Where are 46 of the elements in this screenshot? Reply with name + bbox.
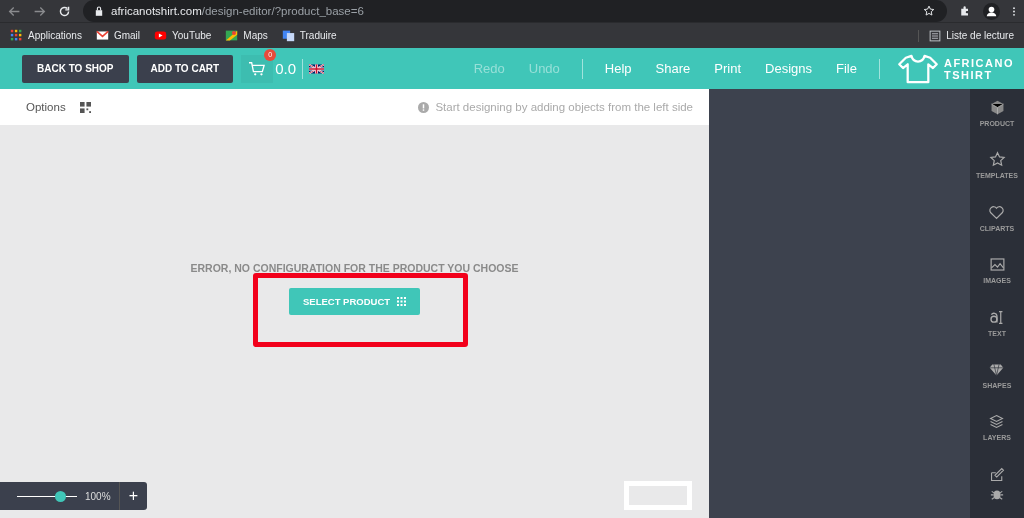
info-icon bbox=[418, 101, 430, 113]
back-arrow-icon[interactable] bbox=[8, 4, 21, 18]
cart-total: 0.0 bbox=[275, 60, 297, 77]
grid-icon bbox=[10, 29, 23, 42]
qr-code-icon[interactable] bbox=[79, 101, 91, 113]
tshirt-logo-icon bbox=[895, 53, 940, 84]
reload-icon[interactable] bbox=[58, 4, 71, 18]
play-icon bbox=[154, 29, 168, 42]
edit-icon bbox=[988, 465, 1006, 483]
translate-icon bbox=[281, 29, 295, 42]
reading-list-link[interactable]: Liste de lecture bbox=[918, 29, 1014, 42]
bookmark-link[interactable]: Applications bbox=[10, 29, 82, 42]
slider-thumb[interactable] bbox=[54, 490, 66, 502]
cart-icon bbox=[248, 60, 267, 77]
cart-button[interactable] bbox=[241, 54, 274, 83]
star-outline-icon[interactable] bbox=[923, 5, 935, 17]
grid-icon bbox=[397, 297, 407, 306]
address-bar[interactable]: africanotshirt.com/design-editor/?product_base=6 bbox=[83, 0, 947, 22]
error-message: ERROR, NO CONFIGURATION FOR THE PRODUCT YOU CHOOSE bbox=[190, 262, 519, 274]
add-to-cart-button[interactable]: ADD TO CART bbox=[136, 54, 234, 83]
forward-arrow-icon[interactable] bbox=[33, 4, 46, 18]
back-to-shop-button[interactable]: BACK TO SHOP bbox=[22, 54, 129, 83]
bookmark-link[interactable]: Traduire bbox=[281, 29, 337, 42]
bookmark-link[interactable]: YouTube bbox=[154, 29, 212, 42]
options-link[interactable]: Options bbox=[26, 101, 66, 113]
cube-icon bbox=[988, 99, 1006, 116]
star-outline-icon bbox=[988, 151, 1006, 169]
profile-avatar-icon[interactable] bbox=[983, 2, 1000, 20]
zoom-in-button[interactable]: + bbox=[119, 482, 147, 510]
bookmark-link[interactable]: Gmail bbox=[95, 29, 141, 42]
heart-outline-icon bbox=[988, 203, 1006, 221]
puzzle-icon[interactable] bbox=[959, 5, 971, 17]
union-jack-flag-icon[interactable] bbox=[309, 63, 325, 74]
more-vertical-icon[interactable] bbox=[1012, 4, 1016, 18]
envelope-icon bbox=[95, 29, 109, 42]
bookmark-link[interactable]: Maps bbox=[225, 29, 268, 42]
zoom-percentage: 100% bbox=[85, 490, 112, 502]
lock-icon bbox=[95, 6, 103, 16]
url-text: africanotshirt.com/design-editor/?product_base=6 bbox=[111, 5, 364, 17]
logo-text: TSHIRT bbox=[943, 68, 994, 81]
image-icon bbox=[988, 256, 1006, 274]
logo-text: AFRICANO bbox=[943, 56, 1014, 69]
hint-text: Start designing by adding objects from the left side bbox=[435, 101, 693, 113]
layers-icon bbox=[988, 413, 1006, 431]
list-icon bbox=[929, 29, 942, 42]
map-icon bbox=[225, 29, 239, 42]
